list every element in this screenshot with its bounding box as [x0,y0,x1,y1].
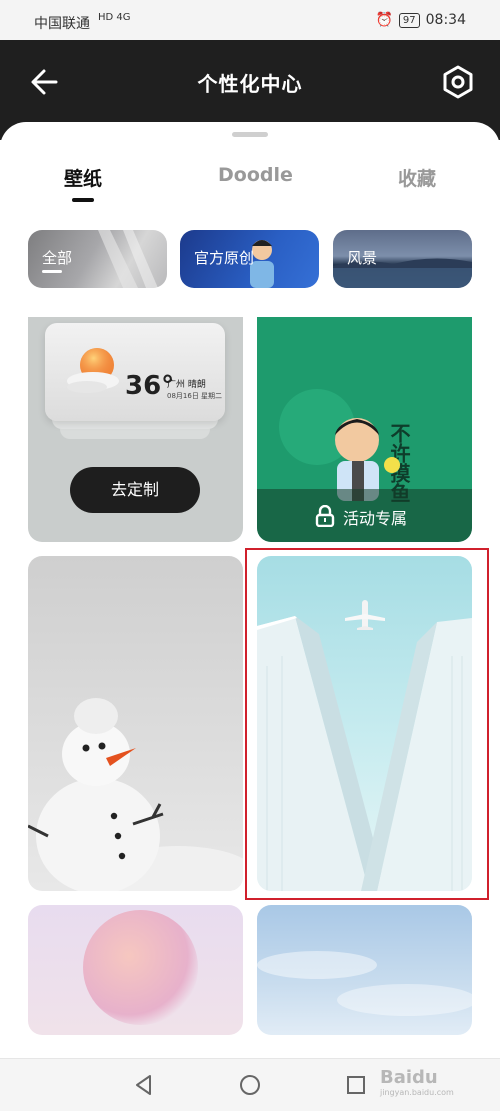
alarm-icon: ⏰ [375,12,393,28]
category-label: 全部 [42,249,73,267]
date-text: 08月16日 星期二 [167,392,223,400]
watermark-logo: Baidu jingyan.baidu.com [380,1067,454,1097]
status-bar: 中国联通 HD 4G ⏰ 97 08:34 [0,0,500,40]
tab-favorites[interactable]: 收藏 [398,164,436,191]
tab-wallpaper[interactable]: 壁纸 [64,164,102,191]
category-label: 风景 [347,249,378,267]
category-chip-all[interactable]: 全部 [28,230,167,288]
nav-recent-apps-icon[interactable] [344,1073,368,1097]
tab-doodle[interactable]: Doodle [218,164,293,186]
nav-home-icon[interactable] [238,1073,262,1097]
lock-icon [315,505,335,527]
customize-button[interactable]: 去定制 [70,467,200,513]
orb-art [83,910,198,1025]
sky-wallpaper-card[interactable] [257,905,472,1035]
category-label: 官方原创 [194,249,255,267]
status-right: ⏰ 97 08:34 [375,12,466,28]
battery-indicator: 97 [398,12,420,28]
page-title: 个性化中心 [197,72,303,96]
cloud-art [257,951,472,1016]
settings-icon[interactable] [438,62,478,102]
event-wallpaper-card[interactable]: 不许摸鱼 活动专属 [257,317,472,542]
snowman-illustration [28,698,243,891]
event-banner: 活动专属 [257,489,472,542]
watermark-text: Baidu [380,1067,438,1088]
clock: 08:34 [425,12,466,28]
weather-widget-card[interactable]: 36° 广州 晴朗 08月16日 星期二 去定制 [28,317,243,542]
carrier-name: 中国联通 [34,16,90,32]
widget-stack-shadow [60,429,210,439]
category-selected-indicator [42,270,62,273]
event-label: 活动专属 [343,509,408,528]
nav-back-icon[interactable] [132,1073,156,1097]
weather-widget-preview: 36° 广州 晴朗 08月16日 星期二 [45,323,225,421]
category-chip-official[interactable]: 官方原创 [180,230,319,288]
gradient-orb-wallpaper-card[interactable] [28,905,243,1035]
city-weather-text: 广州 晴朗 [167,380,206,390]
watermark-subtext: jingyan.baidu.com [380,1088,454,1097]
selection-highlight [245,548,489,900]
system-nav-bar: Baidu jingyan.baidu.com [0,1058,500,1111]
snowman-wallpaper-card[interactable] [28,556,243,891]
category-chip-landscape[interactable]: 风景 [333,230,472,288]
active-tab-indicator [72,198,94,202]
drag-handle[interactable] [232,132,268,137]
network-indicator: HD 4G [98,12,131,23]
sunny-weather-icon [67,348,119,393]
wallpaper-sheet: 壁纸 Doodle 收藏 全部 官方原创 风景 36° 广州 晴朗 08月16日… [0,122,500,1067]
